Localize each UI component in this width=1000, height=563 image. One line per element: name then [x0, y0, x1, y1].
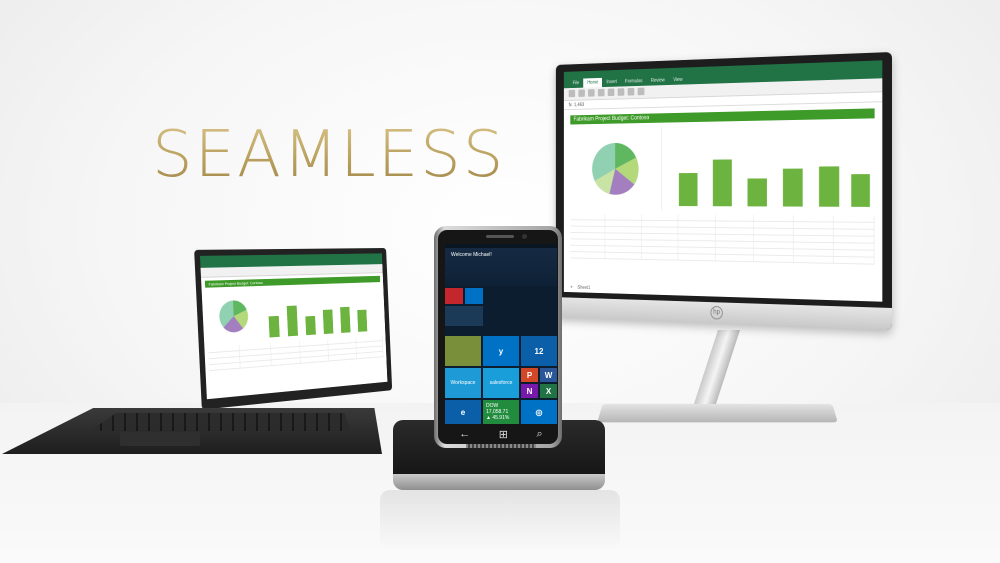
- yammer-icon: y: [498, 346, 504, 356]
- bar: [286, 305, 299, 337]
- spreadsheet-grid[interactable]: [570, 213, 875, 265]
- formula-value: 1,463: [574, 102, 585, 109]
- search-icon[interactable]: ⌕: [537, 428, 543, 441]
- chart-area: [570, 122, 875, 212]
- desktop-monitor: File Home Insert Formulas Review View fx…: [555, 52, 892, 330]
- laptop-chart-area: [205, 284, 382, 346]
- windows-start-icon[interactable]: ⊞: [499, 428, 508, 441]
- pie-chart: [570, 126, 661, 210]
- sheet-title: Fabrikam Project Budget: Contoso: [570, 108, 875, 125]
- monitor-stand-neck: [692, 330, 740, 410]
- bar: [357, 309, 368, 332]
- bar: [747, 178, 767, 207]
- phone-screen[interactable]: Welcome Michael! y 12 Workspace salesfor…: [445, 244, 557, 424]
- notification-area: Welcome Michael!: [445, 244, 557, 286]
- phone-body: Welcome Michael! y 12 Workspace salesfor…: [438, 230, 558, 448]
- workspace-tile[interactable]: Workspace: [445, 368, 481, 398]
- cortana-tile[interactable]: ◎: [521, 400, 557, 424]
- add-sheet-icon[interactable]: +: [570, 285, 572, 291]
- back-icon[interactable]: ←: [459, 428, 470, 440]
- stocks-tile[interactable]: DOW 17,058.71 ▲ 45.91%: [483, 400, 519, 424]
- bar: [268, 315, 280, 338]
- laptop-lid: Fabrikam Project Budget: Contoso: [194, 247, 393, 410]
- number-format-icon[interactable]: [637, 87, 645, 96]
- sheet-tabs: + Sheet1: [570, 285, 590, 291]
- welcome-message: Welcome Michael!: [451, 252, 492, 258]
- outlook-count: 12: [534, 346, 544, 356]
- dock-reflection: [380, 490, 620, 550]
- bar: [712, 159, 732, 207]
- underline-icon[interactable]: [588, 89, 595, 97]
- italic-icon[interactable]: [578, 89, 585, 97]
- mail-tile[interactable]: [465, 288, 483, 304]
- bar: [305, 315, 316, 336]
- word-tile[interactable]: W: [540, 368, 557, 382]
- ribbon-tab-view[interactable]: View: [669, 75, 687, 85]
- merge-icon[interactable]: [627, 87, 635, 96]
- align-icon[interactable]: [617, 88, 625, 96]
- sheet-tab[interactable]: Sheet1: [577, 285, 590, 291]
- monitor-bezel: hp: [555, 297, 892, 330]
- workspace-label: Workspace: [450, 380, 476, 386]
- bar: [819, 166, 840, 207]
- ribbon-tab-insert[interactable]: Insert: [602, 77, 621, 87]
- phone-speaker: [486, 235, 514, 238]
- monitor-screen: File Home Insert Formulas Review View fx…: [563, 60, 883, 302]
- photos-tile[interactable]: [445, 336, 481, 366]
- font-color-icon[interactable]: [607, 88, 615, 97]
- laptop-trackpad: [120, 432, 200, 446]
- laptop-bar-chart: [268, 305, 368, 338]
- fill-color-icon[interactable]: [597, 88, 605, 97]
- salesforce-tile[interactable]: salesforce: [483, 368, 519, 398]
- bar: [340, 306, 351, 333]
- bold-icon[interactable]: [568, 89, 576, 98]
- bar: [322, 309, 334, 335]
- hp-logo-icon: hp: [710, 305, 723, 320]
- phone-navbar: ← ⊞ ⌕: [445, 425, 557, 443]
- calendar-tile[interactable]: [445, 288, 463, 304]
- yammer-tile[interactable]: y: [483, 336, 519, 366]
- ribbon-tab-home[interactable]: Home: [583, 77, 603, 88]
- ribbon-tab-formulas[interactable]: Formulas: [621, 76, 647, 86]
- onenote-tile[interactable]: N: [521, 384, 538, 398]
- salesforce-label: salesforce: [489, 380, 513, 386]
- laptop-screen: Fabrikam Project Budget: Contoso: [199, 253, 388, 400]
- phone-dock-base: [393, 474, 605, 490]
- edge-tile[interactable]: e: [445, 400, 481, 424]
- powerpoint-tile[interactable]: P: [521, 368, 538, 382]
- bar-chart: [661, 122, 875, 212]
- excel-tile[interactable]: X: [540, 384, 557, 398]
- laptop-keyboard: [90, 413, 350, 431]
- smartphone: Welcome Michael! y 12 Workspace salesfor…: [434, 226, 562, 448]
- headline-text: SEAMLESS: [152, 118, 506, 192]
- outlook-tile[interactable]: 12: [521, 336, 557, 366]
- status-bar: [445, 244, 557, 248]
- bar: [678, 173, 698, 207]
- monitor-stand-base: [597, 404, 838, 423]
- calendar-event-tile[interactable]: [445, 306, 483, 326]
- laptop-pie-chart: [218, 299, 249, 333]
- bar: [782, 168, 803, 207]
- stocks-change: ▲ 45.91%: [486, 415, 510, 421]
- bar: [851, 174, 870, 207]
- ribbon-tab-file[interactable]: File: [569, 79, 584, 89]
- phone-camera: [522, 234, 527, 239]
- ribbon-tab-review[interactable]: Review: [647, 76, 669, 86]
- phone-speaker-grille: [466, 444, 536, 448]
